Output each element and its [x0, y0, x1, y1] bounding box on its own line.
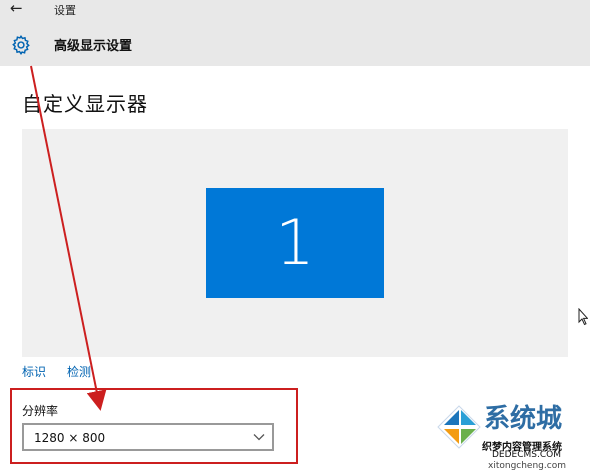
resolution-label: 分辨率 — [22, 404, 59, 418]
identify-link[interactable]: 标识 — [22, 363, 46, 380]
display-preview-area: 1 — [22, 129, 568, 357]
page-title: 高级显示设置 — [54, 39, 133, 54]
detect-link[interactable]: 检测 — [67, 363, 91, 380]
resolution-value: 1280 × 800 — [34, 431, 106, 445]
app-title: 设置 — [54, 4, 76, 17]
watermark-domain: DEDECMS.COM — [492, 450, 561, 460]
settings-window: ← 设置 高级显示设置 自定义显示器 1 标识 检测 分辨率 1280 × 80… — [0, 0, 590, 473]
back-arrow-icon[interactable]: ← — [10, 0, 34, 18]
page-header: 高级显示设置 — [0, 22, 590, 66]
resolution-dropdown[interactable]: 1280 × 800 — [22, 423, 274, 451]
watermark: 系统城 织梦内容管理系统 DEDECMS.COM xitongcheng.com — [436, 398, 590, 473]
watermark-url: xitongcheng.com — [488, 461, 566, 471]
watermark-logo-icon — [437, 405, 481, 449]
mouse-cursor-icon — [578, 308, 588, 326]
section-title: 自定义显示器 — [22, 92, 148, 116]
gear-icon — [12, 34, 30, 56]
monitor-tile[interactable]: 1 — [206, 188, 384, 298]
title-bar: ← 设置 — [0, 0, 590, 22]
chevron-down-icon — [253, 434, 265, 441]
watermark-title: 系统城 — [484, 404, 563, 434]
